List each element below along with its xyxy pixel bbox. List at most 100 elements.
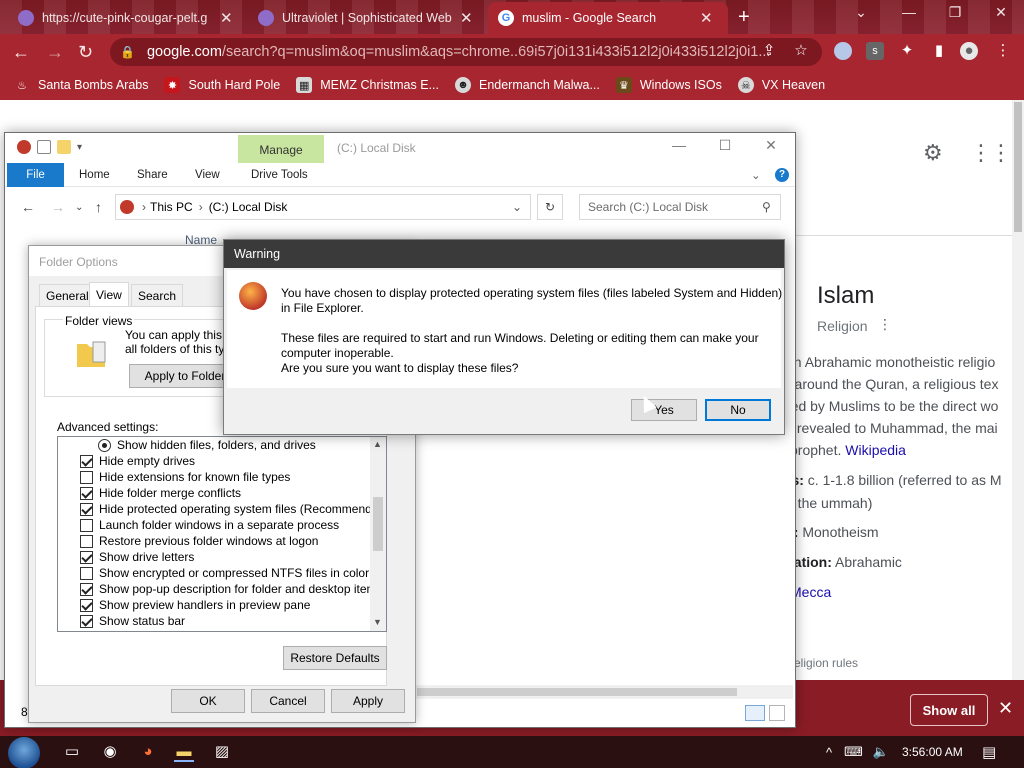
explorer-address-bar[interactable]: › This PC › (C:) Local Disk ⌄ <box>115 194 531 220</box>
new-folder-icon[interactable] <box>57 140 71 154</box>
details-view-icon[interactable] <box>745 705 765 721</box>
tab-search[interactable]: Search <box>131 284 184 306</box>
extension-flag-icon[interactable] <box>834 42 852 60</box>
setting-item[interactable]: Launch folder windows in a separate proc… <box>80 517 339 533</box>
ok-button[interactable]: OK <box>171 689 245 713</box>
checkbox[interactable] <box>80 502 93 516</box>
breadcrumb-drive[interactable]: (C:) Local Disk <box>209 200 288 214</box>
large-icons-view-icon[interactable] <box>769 705 785 721</box>
scroll-down-icon[interactable]: ▼ <box>373 617 382 627</box>
refresh-icon[interactable]: ↻ <box>537 194 563 220</box>
scrollbar-thumb[interactable] <box>417 688 737 696</box>
checkbox[interactable] <box>80 486 93 500</box>
chevron-down-icon[interactable]: ⌄ <box>838 4 884 28</box>
firefox-icon[interactable]: ◕ <box>138 742 158 762</box>
chrome-icon[interactable]: ◉ <box>100 742 120 762</box>
radio-button[interactable] <box>98 438 111 452</box>
setting-item[interactable]: Hide folder merge conflicts <box>80 485 241 501</box>
file-explorer-icon[interactable]: ▬ <box>174 742 194 762</box>
minimize-button[interactable]: — <box>886 4 932 28</box>
setting-item[interactable]: Hide empty drives <box>80 453 195 469</box>
new-tab-button[interactable]: + <box>738 6 750 29</box>
checkbox[interactable] <box>80 566 93 580</box>
tab-close-icon[interactable]: ✕ <box>220 9 233 27</box>
page-scrollbar[interactable] <box>1012 100 1024 680</box>
sidebar-icon[interactable]: ▮ <box>930 42 948 60</box>
cancel-button[interactable]: Cancel <box>251 689 325 713</box>
restore-defaults-button[interactable]: Restore Defaults <box>283 646 387 670</box>
chevron-down-icon[interactable]: ⌄ <box>751 163 761 187</box>
chevron-down-icon[interactable]: ▾ <box>77 142 82 153</box>
extension-s-icon[interactable]: s <box>866 42 884 60</box>
setting-item[interactable]: Show status bar <box>80 613 185 629</box>
tab-view[interactable]: View <box>89 282 129 306</box>
tab-general[interactable]: General <box>39 284 96 306</box>
forward-icon[interactable]: → <box>46 42 64 63</box>
tab-drive-tools[interactable]: Drive Tools <box>251 163 308 187</box>
volume-icon[interactable]: 🔈 <box>873 744 889 760</box>
back-icon[interactable]: ← <box>21 199 35 215</box>
scrollbar-thumb[interactable] <box>1014 102 1022 232</box>
menu-icon[interactable]: ⋮ <box>994 42 1012 60</box>
bookmark-santa-bombs[interactable]: ♨ Santa Bombs Arabs <box>14 77 148 93</box>
start-button[interactable] <box>8 737 40 768</box>
bookmark-memz[interactable]: ▦ MEMZ Christmas E... <box>296 77 439 93</box>
chevron-down-icon[interactable]: ⌄ <box>75 202 83 213</box>
tab-share[interactable]: Share <box>137 163 168 187</box>
bookmark-endermanch[interactable]: ☻ Endermanch Malwa... <box>454 77 600 93</box>
clock[interactable]: 3:56:00 AM <box>902 745 963 759</box>
checkbox[interactable] <box>80 454 93 468</box>
breadcrumb-this-pc[interactable]: This PC <box>150 200 193 214</box>
bookmark-vx-heaven[interactable]: ☠ VX Heaven <box>737 77 825 93</box>
tab-file[interactable]: File <box>7 163 64 187</box>
more-options-icon[interactable]: ⋮ <box>878 316 892 333</box>
star-icon[interactable]: ☆ <box>792 42 810 60</box>
checkbox[interactable] <box>80 550 93 564</box>
task-view-icon[interactable]: ▭ <box>62 742 82 762</box>
setting-item[interactable]: Show encrypted or compressed NTFS files … <box>80 565 369 581</box>
setting-item[interactable]: Show hidden files, folders, and drives <box>98 437 316 453</box>
wikipedia-link[interactable]: Wikipedia <box>845 442 906 458</box>
tab-home[interactable]: Home <box>79 163 110 187</box>
close-icon[interactable]: ✕ <box>998 698 1013 719</box>
chevron-down-icon[interactable]: ⌄ <box>512 200 522 214</box>
app-icon[interactable]: ▨ <box>212 742 232 762</box>
checkbox[interactable] <box>80 534 93 548</box>
horizontal-scrollbar[interactable] <box>415 685 793 699</box>
back-icon[interactable]: ← <box>12 42 30 63</box>
chevron-up-icon[interactable]: ^ <box>826 745 832 760</box>
settings-scrollbar[interactable]: ▲ ▼ <box>370 437 386 631</box>
properties-icon[interactable] <box>37 140 51 154</box>
close-window-button[interactable]: ✕ <box>978 4 1024 28</box>
bookmark-south-hard-pole[interactable]: ✸ South Hard Pole <box>164 77 280 93</box>
setting-item[interactable]: Restore previous folder windows at logon <box>80 533 318 549</box>
restore-button[interactable]: ❐ <box>932 4 978 28</box>
checkbox[interactable] <box>80 598 93 612</box>
bookmark-windows-isos[interactable]: ♛ Windows ISOs <box>615 77 722 93</box>
checkbox[interactable] <box>80 470 93 484</box>
mecca-link[interactable]: Mecca <box>790 584 831 600</box>
tab-ultraviolet[interactable]: Ultraviolet | Sophisticated Web P ✕ <box>248 2 488 34</box>
network-icon[interactable]: ⌨ <box>844 744 863 760</box>
checkbox[interactable] <box>80 582 93 596</box>
explorer-search-input[interactable]: Search (C:) Local Disk ⚲ <box>579 194 781 220</box>
show-all-button[interactable]: Show all <box>910 694 988 726</box>
apply-button[interactable]: Apply <box>331 689 405 713</box>
help-icon[interactable]: ? <box>775 168 789 182</box>
minimize-button[interactable]: — <box>657 137 701 159</box>
close-window-button[interactable]: ✕ <box>749 137 793 159</box>
omnibox[interactable]: 🔒 google.com /search?q=muslim&oq=muslim&… <box>110 38 822 66</box>
checkbox[interactable] <box>80 614 93 628</box>
tab-close-icon[interactable]: ✕ <box>460 9 473 27</box>
setting-item[interactable]: Hide protected operating system files (R… <box>80 501 386 517</box>
no-button[interactable]: No <box>705 399 771 421</box>
setting-item[interactable]: Show preview handlers in preview pane <box>80 597 310 613</box>
up-icon[interactable]: ↑ <box>95 199 102 215</box>
scroll-up-icon[interactable]: ▲ <box>373 439 382 449</box>
tab-close-icon[interactable]: ✕ <box>700 9 713 27</box>
reload-icon[interactable]: ↻ <box>78 42 93 63</box>
setting-item[interactable]: Show drive letters <box>80 549 194 565</box>
tab-manage[interactable]: Manage <box>238 135 324 165</box>
maximize-button[interactable]: ☐ <box>703 137 747 159</box>
setting-item[interactable]: Hide extensions for known file types <box>80 469 290 485</box>
